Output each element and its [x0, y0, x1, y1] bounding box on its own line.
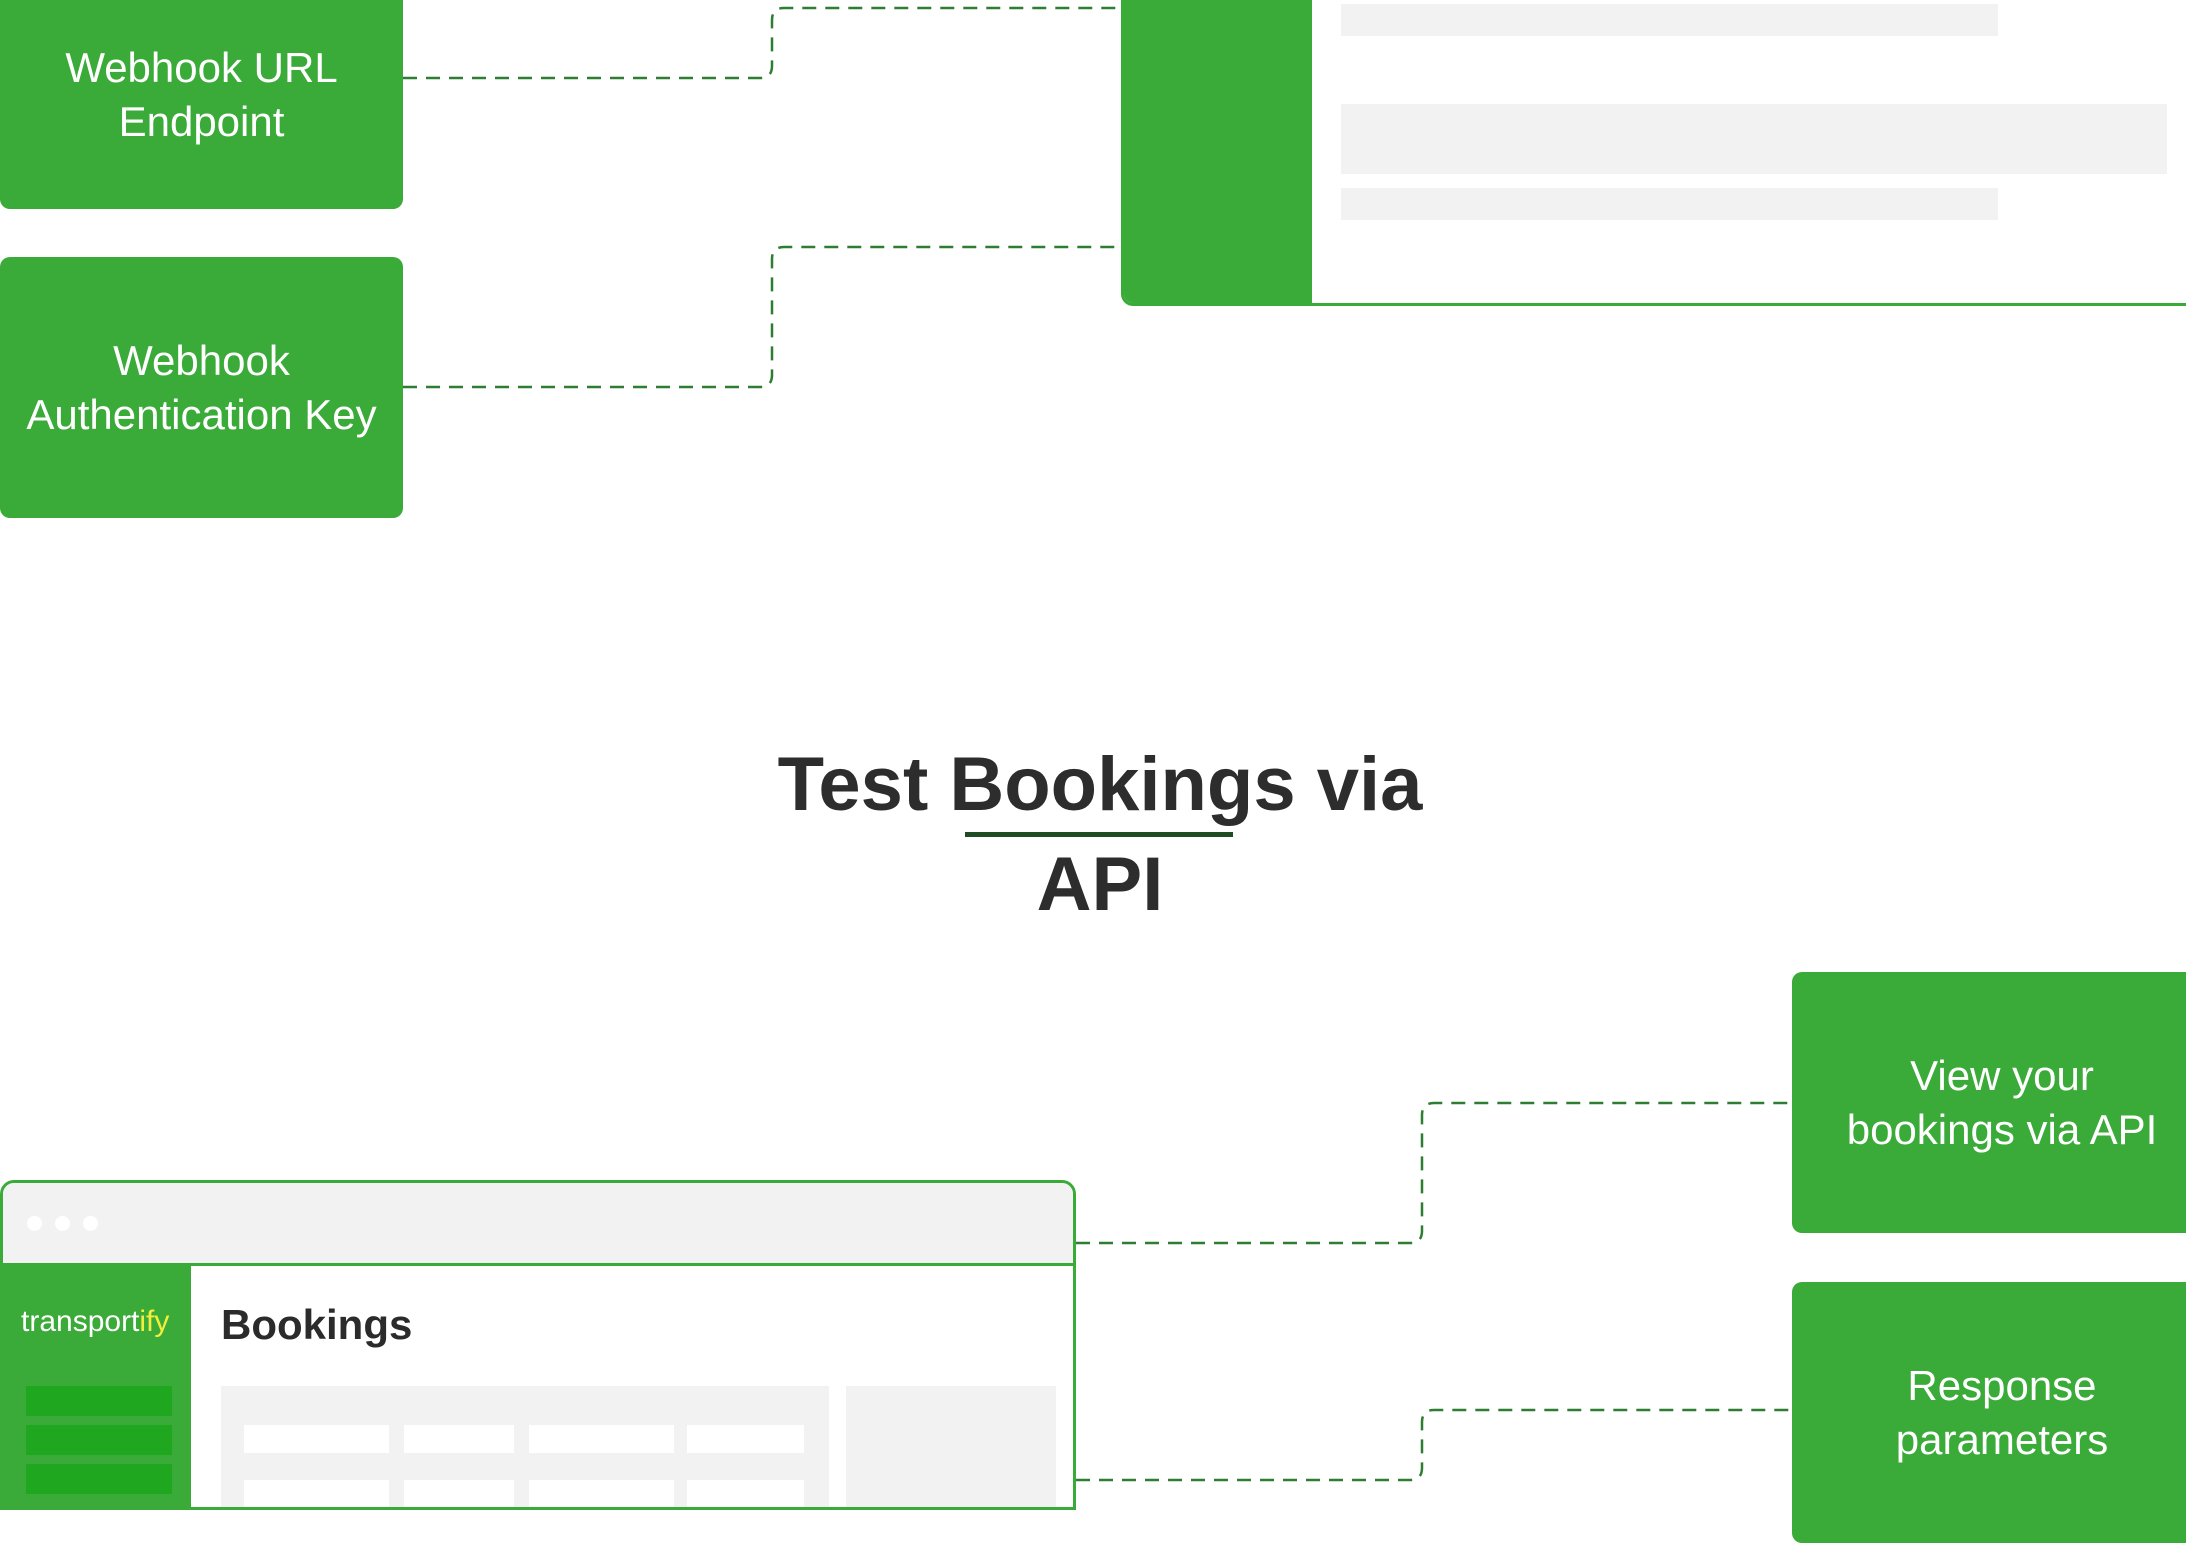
logo-main-text: transport — [21, 1305, 140, 1338]
connector-webhook-url — [403, 6, 1121, 80]
bookings-title: Bookings — [221, 1301, 413, 1348]
settings-panel-mockup — [1121, 0, 2186, 306]
placeholder-field-1 — [1341, 4, 1998, 36]
table-row-cell-1 — [244, 1480, 389, 1507]
webhook-key-line1: Webhook — [113, 337, 290, 385]
logo-accent-text: ify — [139, 1305, 170, 1338]
webhook-url-line2: Endpoint — [118, 97, 285, 145]
window-dot-3 — [83, 1216, 98, 1231]
table-header-cell-1 — [244, 1425, 389, 1453]
window-dot-2 — [55, 1216, 70, 1231]
title-line-1: Test Bookings via — [777, 742, 1423, 827]
placeholder-field-2 — [1341, 104, 2167, 174]
table-row-cell-4 — [687, 1480, 804, 1507]
connector-view-bookings — [1076, 1101, 1792, 1245]
title-underline — [965, 832, 1233, 837]
bookings-browser-mockup: transportify Bookings — [0, 1180, 1076, 1510]
response-params-line1: Response — [1907, 1362, 2097, 1410]
view-bookings-line1: View your — [1910, 1052, 2094, 1100]
table-row-cell-2 — [404, 1480, 514, 1507]
connector-webhook-key — [403, 245, 1121, 389]
connector-response-params — [1076, 1408, 1792, 1482]
table-header-cell-2 — [404, 1425, 514, 1453]
response-params-line2: parameters — [1895, 1415, 2109, 1463]
table-row-cell-3 — [529, 1480, 674, 1507]
webhook-key-line2: Authentication Key — [26, 390, 377, 438]
transportify-logo: transportify — [21, 1305, 169, 1339]
webhook-url-line1: Webhook URL — [65, 44, 338, 92]
webhook-url-endpoint-box: Webhook URL Endpoint — [0, 0, 403, 209]
browser-title-bar — [3, 1183, 1073, 1266]
sidebar-item-2[interactable] — [26, 1425, 172, 1455]
sidebar-item-3[interactable] — [26, 1464, 172, 1494]
settings-panel-sidebar — [1124, 0, 1312, 303]
bookings-table-placeholder — [221, 1386, 829, 1507]
view-bookings-via-api-box: View your bookings via API — [1792, 972, 2186, 1233]
table-header-cell-3 — [529, 1425, 674, 1453]
window-dot-1 — [27, 1216, 42, 1231]
sidebar-item-1[interactable] — [26, 1386, 172, 1416]
webhook-authentication-key-box: Webhook Authentication Key — [0, 257, 403, 518]
bookings-side-panel-placeholder — [846, 1386, 1056, 1507]
view-bookings-line2: bookings via API — [1846, 1105, 2158, 1153]
response-parameters-box: Response parameters — [1792, 1282, 2186, 1543]
placeholder-field-3 — [1341, 188, 1998, 220]
title-line-2: API — [1036, 842, 1164, 927]
table-header-cell-4 — [687, 1425, 804, 1453]
